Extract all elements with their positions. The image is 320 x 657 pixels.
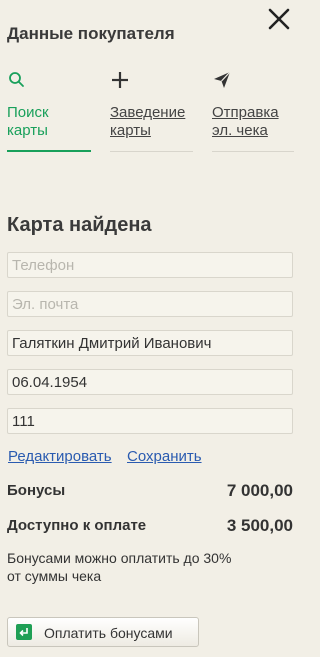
edit-link[interactable]: Редактировать	[8, 448, 112, 465]
send-icon	[212, 70, 232, 90]
plus-icon	[110, 70, 130, 90]
tab-send-receipt[interactable]: Отправка эл. чека	[212, 70, 294, 152]
phone-field[interactable]	[7, 252, 293, 278]
tab-underline	[110, 151, 193, 152]
enter-icon	[16, 624, 32, 640]
customer-data-panel: Данные покупателя Поиск карты Заведение …	[0, 0, 309, 657]
search-icon	[7, 70, 27, 90]
tab-create-card[interactable]: Заведение карты	[110, 70, 193, 152]
bonuses-value: 7 000,00	[226, 481, 293, 500]
available-value: 3 500,00	[226, 516, 293, 535]
available-label: Доступно к оплате	[7, 517, 147, 534]
tab-label: Заведение карты	[110, 104, 186, 139]
tab-label: Отправка эл. чека	[212, 104, 279, 139]
card-found-title: Карта найдена	[7, 214, 152, 236]
pay-with-bonuses-button[interactable]: Оплатить бонусами	[7, 617, 199, 647]
tab-underline	[7, 150, 91, 152]
bonuses-label: Бонусы	[7, 482, 66, 499]
full-name-field[interactable]	[7, 330, 293, 356]
close-icon[interactable]	[266, 6, 292, 32]
tab-label: Поиск карты	[7, 104, 49, 139]
email-field[interactable]	[7, 291, 293, 317]
save-link[interactable]: Сохранить	[127, 448, 202, 465]
code-field[interactable]	[7, 408, 293, 434]
tab-underline	[212, 151, 294, 152]
pay-button-label: Оплатить бонусами	[44, 625, 173, 641]
bonus-note: Бонусами можно оплатить до 30% от суммы …	[7, 550, 232, 584]
tab-search-card[interactable]: Поиск карты	[7, 70, 91, 152]
birthdate-field[interactable]	[7, 369, 293, 395]
panel-title: Данные покупателя	[7, 24, 175, 43]
